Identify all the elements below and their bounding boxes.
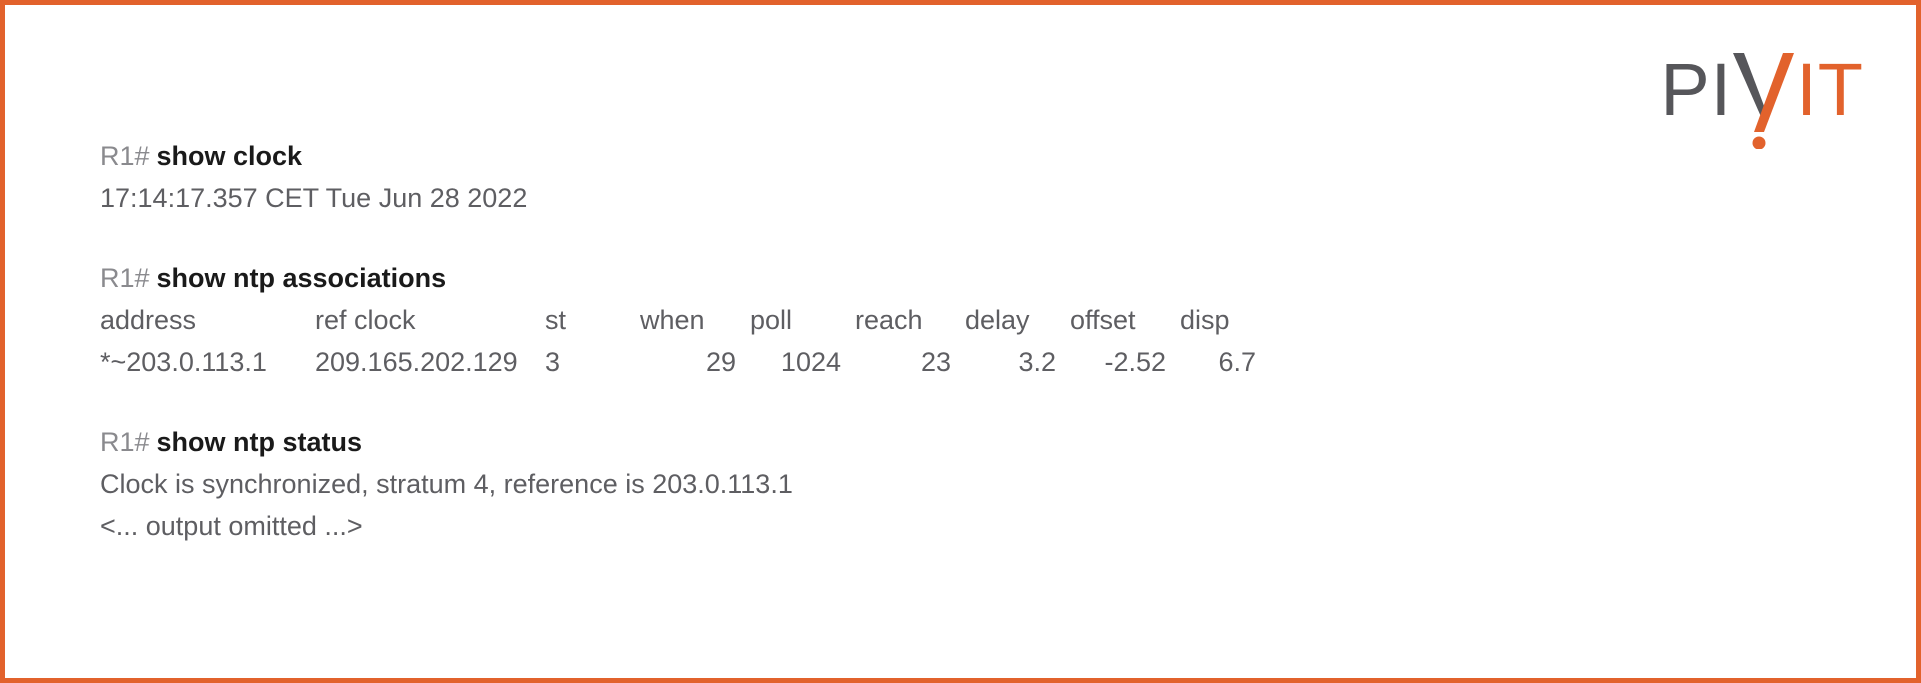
- cell-delay: 3.2: [1018, 347, 1056, 377]
- output-line: 17:14:17.357 CET Tue Jun 28 2022: [100, 183, 528, 213]
- command-block-show-ntp-status: R1# show ntp status Clock is synchronized…: [100, 421, 1600, 547]
- column-header-delay: delay: [965, 305, 1030, 335]
- table-row: *~203.0.113.1 209.165.202.129 3 29 1024 …: [100, 341, 1270, 383]
- command-text: show clock: [156, 141, 303, 171]
- column-header-st: st: [545, 305, 567, 335]
- command-text: show ntp status: [156, 427, 363, 457]
- column-header-ref-clock: ref clock: [315, 305, 416, 335]
- device-prompt: R1#: [100, 263, 150, 293]
- logo-v-mark: [1733, 53, 1795, 149]
- command-line: R1# show ntp status: [100, 421, 1600, 463]
- output-line-omitted: <... output omitted ...>: [100, 511, 363, 541]
- command-line: R1# show ntp associations: [100, 257, 1600, 299]
- logo-v-svg: [1733, 53, 1795, 149]
- cell-address: *~203.0.113.1: [100, 347, 267, 377]
- logo-text-it: IT: [1796, 48, 1864, 131]
- cell-offset: -2.52: [1104, 347, 1166, 377]
- command-block-show-ntp-associations: R1# show ntp associations address ref clo…: [100, 257, 1600, 383]
- pivit-logo: PI IT: [1660, 48, 1864, 149]
- column-header-reach: reach: [855, 305, 923, 335]
- column-header-offset: offset: [1070, 305, 1136, 335]
- console-transcript: R1# show clock 17:14:17.357 CET Tue Jun 2…: [100, 135, 1600, 547]
- cell-st: 3: [545, 347, 561, 377]
- device-prompt: R1#: [100, 141, 150, 171]
- output-line: Clock is synchronized, stratum 4, refere…: [100, 469, 793, 499]
- command-line: R1# show clock: [100, 135, 1600, 177]
- command-text: show ntp associations: [156, 263, 447, 293]
- column-header-disp: disp: [1180, 305, 1230, 335]
- ntp-associations-table: address ref clock st when poll reach del…: [100, 299, 1270, 383]
- column-header-when: when: [640, 305, 705, 335]
- command-block-show-clock: R1# show clock 17:14:17.357 CET Tue Jun 2…: [100, 135, 1600, 219]
- logo-text-pi: PI: [1660, 48, 1733, 131]
- cell-ref-clock: 209.165.202.129: [315, 347, 518, 377]
- cell-reach: 23: [920, 347, 951, 377]
- logo-v-right-stroke: [1754, 53, 1795, 132]
- column-header-poll: poll: [750, 305, 793, 335]
- cell-when: 29: [705, 347, 736, 377]
- cell-poll: 1024: [780, 347, 841, 377]
- table-header-row: address ref clock st when poll reach del…: [100, 299, 1270, 341]
- slide-canvas: PI IT R1# show clock 17:14:17.357 CET Tue…: [0, 0, 1921, 683]
- logo-dot: [1752, 136, 1766, 149]
- device-prompt: R1#: [100, 427, 150, 457]
- column-header-address: address: [100, 305, 197, 335]
- cell-disp: 6.7: [1218, 347, 1256, 377]
